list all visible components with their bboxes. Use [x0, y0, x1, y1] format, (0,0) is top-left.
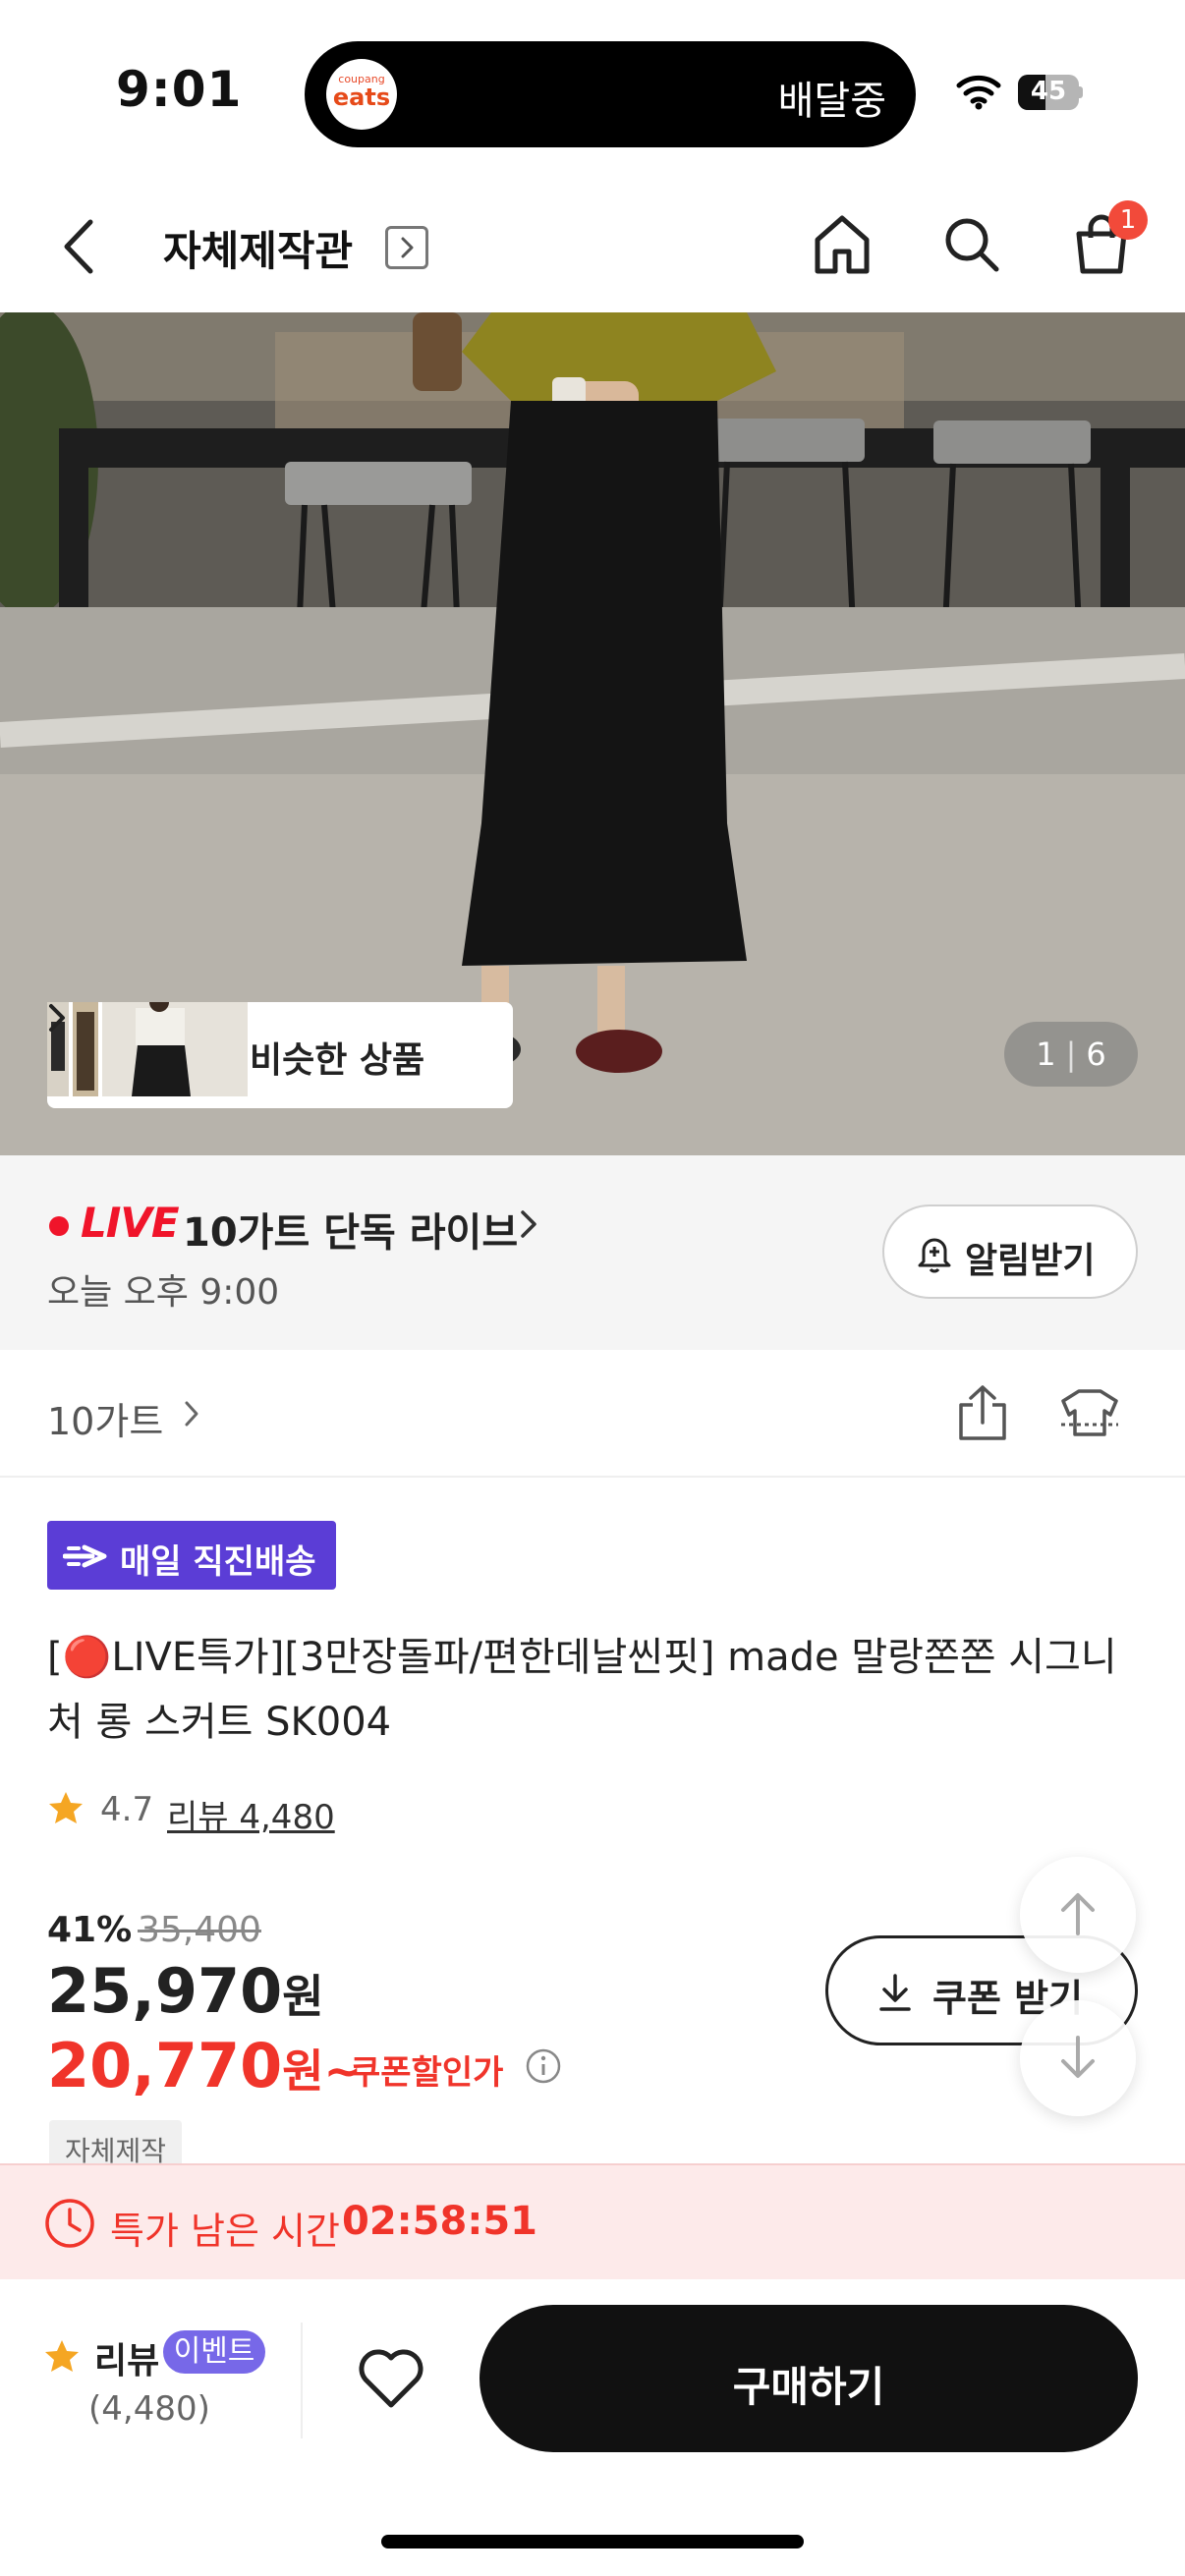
- product-image-carousel[interactable]: 비슷한 상품 1 | 6: [0, 312, 1185, 1155]
- delivery-badge-label: 매일 직진배송: [120, 1542, 316, 1582]
- page-current: 1: [1036, 1036, 1056, 1073]
- back-icon[interactable]: [55, 216, 106, 277]
- similar-products-button[interactable]: 비슷한 상품: [47, 1002, 513, 1108]
- logo-bottom-text: eats: [332, 84, 391, 111]
- bottom-action-bar: 리뷰 이벤트 (4,480) 구매하기: [0, 2279, 1185, 2576]
- review-count[interactable]: (4,480): [88, 2389, 210, 2429]
- rocket-delivery-icon: [63, 1544, 107, 1568]
- battery-level: 45: [1030, 77, 1067, 106]
- wifi-icon: [956, 75, 1001, 110]
- star-icon: [45, 2340, 79, 2372]
- daily-delivery-badge: 매일 직진배송: [47, 1521, 336, 1590]
- alarm-button-label: 알림받기: [965, 1241, 1096, 1281]
- live-dot-icon: [49, 1216, 69, 1236]
- status-bar: 9:01 coupang eats 배달중 45: [0, 0, 1185, 177]
- search-icon[interactable]: [941, 214, 1002, 275]
- live-alarm-button[interactable]: 알림받기: [882, 1204, 1138, 1299]
- heart-icon[interactable]: [356, 2346, 426, 2411]
- brand-row: 10가트: [0, 1350, 1185, 1478]
- coupon-price-note: 쿠폰할인가: [350, 2053, 504, 2093]
- chevron-right-icon: [49, 1004, 65, 1032]
- buy-button-label: 구매하기: [732, 2363, 885, 2411]
- similar-products-label: 비슷한 상품: [250, 1040, 425, 1081]
- rating-value: 4.7: [100, 1790, 154, 1829]
- clock-icon: [45, 2199, 94, 2248]
- review-count-link[interactable]: 리뷰 4,480: [167, 1790, 335, 1838]
- divider: [301, 2323, 303, 2438]
- bell-plus-icon: [918, 1238, 951, 1273]
- share-icon[interactable]: [955, 1383, 1010, 1442]
- live-schedule-time: 오늘 오후 9:00: [47, 1272, 280, 1313]
- coupang-eats-logo: coupang eats: [326, 59, 397, 130]
- live-title[interactable]: 10가트 단독 라이브: [183, 1201, 518, 1258]
- original-price: 35,400: [138, 1910, 261, 1950]
- chevron-right-icon[interactable]: [183, 1399, 200, 1428]
- home-icon[interactable]: [812, 212, 873, 277]
- dynamic-island[interactable]: coupang eats 배달중: [305, 41, 916, 147]
- chevron-right-icon[interactable]: [519, 1208, 538, 1240]
- sale-price-value: 25,970: [47, 1955, 283, 2027]
- coupon-price-value: 20,770: [47, 2030, 283, 2101]
- delivery-status-text: 배달중: [777, 79, 886, 124]
- timer-value: 02:58:51: [342, 2199, 537, 2244]
- similar-products-thumbnails: [47, 1002, 248, 1096]
- app-header: 자체제작관 1: [0, 177, 1185, 312]
- download-icon: [879, 1974, 911, 2011]
- page-total: 6: [1086, 1036, 1106, 1073]
- live-badge: LIVE: [81, 1199, 180, 1247]
- discount-rate: 41%: [47, 1910, 133, 1950]
- special-deal-timer: 특가 남은 시간 02:58:51: [0, 2163, 1185, 2279]
- scroll-down-button[interactable]: [1020, 2000, 1136, 2116]
- arrow-down-icon: [1061, 2036, 1095, 2078]
- brand-name-link[interactable]: 10가트: [47, 1391, 163, 1445]
- sale-price-unit: 원: [282, 1970, 324, 2023]
- timer-label: 특가 남은 시간: [110, 2210, 340, 2253]
- home-indicator[interactable]: [381, 2535, 804, 2548]
- buy-button[interactable]: 구매하기: [480, 2305, 1138, 2452]
- image-page-indicator: 1 | 6: [1004, 1022, 1138, 1087]
- review-button-label[interactable]: 리뷰: [94, 2332, 159, 2383]
- cart-count-badge: 1: [1108, 200, 1148, 240]
- product-title: [🔴LIVE특가][3만장돌파/편한데날씬핏] made 말랑쫀쫀 시그니처 롱…: [47, 1635, 1117, 1745]
- star-icon: [49, 1792, 83, 1823]
- outfit-icon[interactable]: [1057, 1385, 1122, 1440]
- sale-price: 25,970원: [47, 1955, 324, 2027]
- status-time: 9:01: [116, 61, 243, 118]
- coupon-price: 20,770원~: [47, 2030, 362, 2101]
- page-title[interactable]: 자체제작관: [163, 218, 353, 278]
- scroll-to-top-button[interactable]: [1020, 1857, 1136, 1973]
- arrow-up-icon: [1061, 1893, 1095, 1935]
- live-broadcast-banner[interactable]: LIVE 10가트 단독 라이브 오늘 오후 9:00 알림받기: [0, 1155, 1185, 1350]
- info-icon[interactable]: [525, 2047, 562, 2085]
- title-chevron-icon[interactable]: [385, 226, 428, 269]
- event-badge: 이벤트: [163, 2330, 265, 2374]
- battery-icon: 45: [1018, 75, 1083, 110]
